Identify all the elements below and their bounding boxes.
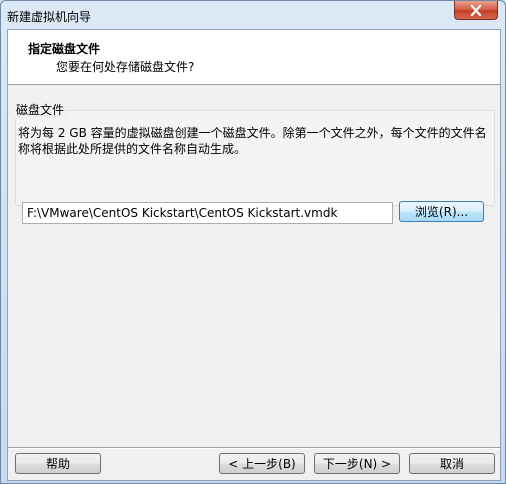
close-icon <box>470 4 482 16</box>
disk-file-description: 将为每 2 GB 容量的虚拟磁盘创建一个磁盘文件。除第一个文件之外，每个文件的文… <box>18 126 487 156</box>
title-bar[interactable]: 新建虚拟机向导 <box>1 1 505 29</box>
disk-file-path-input[interactable] <box>22 202 393 224</box>
back-button[interactable]: < 上一步(B) <box>219 453 305 474</box>
wizard-footer: 帮助 < 上一步(B) 下一步(N) > 取消 <box>8 449 500 480</box>
next-button[interactable]: 下一步(N) > <box>314 453 400 474</box>
cancel-button[interactable]: 取消 <box>409 453 495 474</box>
wizard-window: 新建虚拟机向导 指定磁盘文件 您要在何处存储磁盘文件? 磁盘文件 将为每 2 G… <box>0 0 506 484</box>
wizard-content: 磁盘文件 将为每 2 GB 容量的虚拟磁盘创建一个磁盘文件。除第一个文件之外，每… <box>8 85 500 447</box>
page-subtitle: 您要在何处存储磁盘文件? <box>56 60 195 74</box>
dialog-client-area: 指定磁盘文件 您要在何处存储磁盘文件? 磁盘文件 将为每 2 GB 容量的虚拟磁… <box>7 29 501 481</box>
close-button[interactable] <box>454 1 498 20</box>
wizard-header: 指定磁盘文件 您要在何处存储磁盘文件? <box>8 30 500 85</box>
help-button[interactable]: 帮助 <box>15 453 101 474</box>
browse-button[interactable]: 浏览(R)... <box>399 201 484 222</box>
page-title: 指定磁盘文件 <box>28 42 101 56</box>
disk-file-group-label: 磁盘文件 <box>14 101 67 118</box>
window-title: 新建虚拟机向导 <box>7 10 92 24</box>
